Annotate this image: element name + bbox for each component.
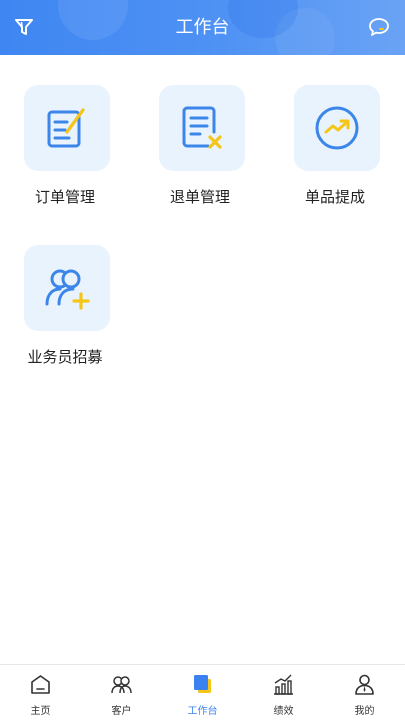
tab-home[interactable]: 主页	[0, 665, 81, 720]
order-edit-icon	[47, 108, 85, 148]
header-bar: 工作台	[0, 0, 405, 55]
customers-icon	[111, 676, 132, 694]
tile-recruit-salesperson-box[interactable]	[24, 245, 110, 331]
tile-refund-management-label: 退单管理	[169, 188, 230, 206]
chat-bubble-icon[interactable]	[368, 16, 390, 38]
bar-chart-icon	[274, 674, 293, 695]
tab-performance-label: 绩效	[273, 706, 294, 717]
home-icon	[31, 675, 50, 694]
tab-customers[interactable]: 客户	[81, 665, 162, 720]
tile-order-management-label: 订单管理	[34, 188, 95, 206]
refund-document-icon	[182, 106, 222, 149]
bottom-tab-bar: 主页 客户 工作台 绩效 我的	[0, 664, 405, 720]
tile-item-commission-label: 单品提成	[304, 188, 365, 206]
tab-performance[interactable]: 绩效	[243, 665, 324, 720]
tile-refund-management-box[interactable]	[159, 85, 245, 171]
tab-workbench[interactable]: 工作台	[162, 665, 243, 720]
workbench-icon	[194, 675, 211, 693]
add-user-icon	[45, 269, 90, 310]
tab-profile-label: 我的	[354, 706, 375, 717]
tab-customers-label: 客户	[111, 706, 132, 717]
trend-up-icon	[315, 106, 359, 150]
page-title: 工作台	[175, 17, 230, 38]
tab-profile[interactable]: 我的	[324, 665, 405, 720]
tile-recruit-salesperson-label: 业务员招募	[27, 348, 103, 366]
profile-icon	[355, 674, 374, 695]
tile-item-commission-box[interactable]	[294, 85, 380, 171]
tab-workbench-label: 工作台	[187, 706, 218, 717]
tile-order-management-box[interactable]	[24, 85, 110, 171]
tab-home-label: 主页	[30, 706, 51, 717]
